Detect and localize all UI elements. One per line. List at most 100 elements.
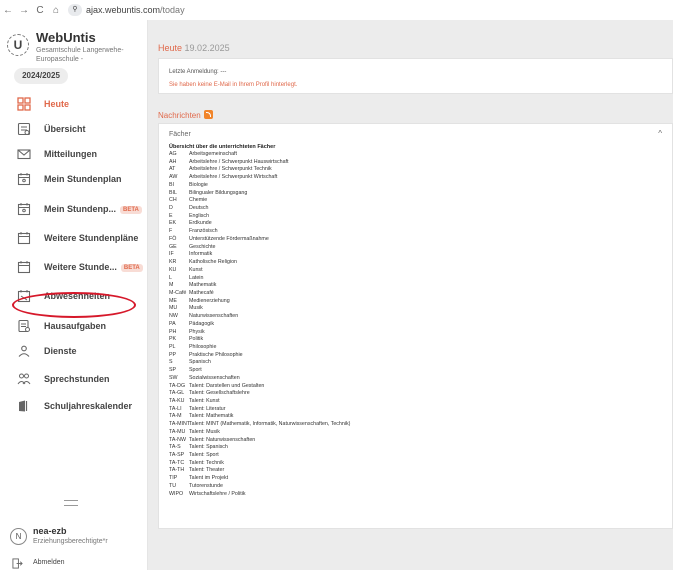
subject-name: Talent: Darstellen und Gestalten — [189, 382, 265, 389]
subject-name: Talent: Musik — [189, 428, 220, 435]
url-path: /today — [160, 5, 185, 15]
webuntis-logo-icon: U — [7, 34, 29, 56]
subject-name: Unterstützende Fördermaßnahme — [189, 235, 269, 242]
menu-item-mein-stundenplan[interactable]: Mein Stundenplan — [0, 167, 148, 191]
grid-icon — [17, 97, 31, 111]
subject-name: Musik — [189, 305, 203, 312]
logout-button[interactable]: Abmelden — [0, 556, 148, 570]
menu-label: Abwesenheiten — [44, 291, 111, 301]
menu-label: Weitere Stunde... BETA — [44, 262, 143, 272]
subject-name: Chemie — [189, 197, 208, 204]
login-info-card: Letzte Anmeldung: --- Sie haben keine E-… — [158, 58, 673, 94]
year-calendar-icon — [19, 400, 28, 412]
beta-badge: BETA — [120, 206, 142, 214]
subject-name: Arbeitsgemeinschaft — [189, 151, 237, 157]
subject-name: Talent: Gesellschaftslehre — [189, 390, 250, 397]
school-year-selector[interactable]: 2024/2025 — [14, 68, 68, 84]
menu-item-sprechstunden[interactable]: Sprechstunden — [0, 367, 148, 391]
logout-icon — [12, 558, 23, 569]
logout-label: Abmelden — [33, 559, 65, 566]
subject-name: Mathematik — [189, 282, 217, 289]
subject-name: Talent: Kunst — [189, 398, 220, 404]
app-name: WebUntis — [36, 30, 96, 45]
homework-icon — [18, 319, 30, 333]
menu-item-mein-stundenplan-beta[interactable]: Mein Stundenp... BETA — [0, 197, 148, 221]
page-title: Heute 19.02.2025 — [158, 43, 230, 53]
subjects-title: Fächer — [169, 131, 191, 138]
menu-label: Mitteilungen — [44, 149, 97, 159]
subject-name: Philosophie — [189, 343, 217, 350]
subjects-heading: Übersicht über die unterrichteten Fächer — [169, 144, 276, 150]
subject-name: Talent im Projekt — [189, 475, 229, 482]
menu-label: Schuljahreskalender — [44, 401, 133, 411]
subject-name: Spanisch — [189, 359, 211, 366]
subject-name: Arbeitslehre / Schwerpunkt Hauswirtschaf… — [189, 158, 289, 165]
subject-name: Talent: Literatur — [189, 405, 226, 412]
user-role: Erziehungsberechtigte*r — [33, 538, 108, 545]
back-arrow-icon[interactable]: ← — [0, 5, 16, 16]
menu-item-weitere-stundenplaene[interactable]: Weitere Stundenpläne — [0, 226, 148, 250]
menu-label: Heute — [44, 99, 70, 109]
menu-item-hausaufgaben[interactable]: Hausaufgaben — [0, 314, 148, 338]
subjects-card: Fächer ^ Übersicht über die unterrichtet… — [158, 123, 673, 529]
subject-name: Biologie — [189, 181, 208, 188]
subject-name: Medienerziehung — [189, 297, 230, 304]
menu-label: Übersicht — [44, 124, 86, 134]
subject-name: Politik — [189, 336, 204, 343]
beta-badge: BETA — [120, 264, 143, 272]
menu-item-heute[interactable]: Heute — [0, 92, 148, 116]
menu-item-weitere-stundenplaene-beta[interactable]: Weitere Stunde... BETA — [0, 255, 148, 279]
calendar-icon — [17, 232, 31, 245]
menu-label: Dienste — [44, 346, 77, 356]
subject-name: Wirtschaftslehre / Politik — [189, 490, 246, 497]
menu-item-abwesenheiten[interactable]: Abwesenheiten — [0, 284, 148, 308]
chevron-up-icon[interactable]: ^ — [658, 129, 662, 138]
user-name[interactable]: nea-ezb — [33, 526, 67, 536]
subject-name: Praktische Philosophie — [189, 351, 243, 358]
menu-label: Weitere Stundenpläne — [44, 233, 139, 243]
menu-item-mitteilungen[interactable]: Mitteilungen — [0, 142, 148, 166]
subject-name: Talent: Technik — [189, 459, 224, 466]
menu-item-uebersicht[interactable]: Übersicht — [0, 117, 148, 141]
subject-name: Arbeitslehre / Schwerpunkt Technik — [189, 166, 272, 173]
subject-name: Naturwissenschaften — [189, 313, 239, 320]
subject-name: Deutsch — [189, 205, 209, 212]
url-host: ajax.webuntis.com — [86, 5, 161, 15]
news-title: Nachrichten — [158, 110, 213, 120]
subject-name: Katholische Religion — [189, 259, 237, 266]
calendar-user-icon — [17, 203, 31, 216]
menu-label: Mein Stundenp... BETA — [44, 204, 142, 214]
news-title-text: Nachrichten — [158, 111, 201, 120]
subject-name: Tutorenstunde — [189, 482, 223, 489]
address-bar[interactable]: ⚲ ajax.webuntis.com/today — [68, 4, 185, 16]
calendar-icon — [17, 261, 31, 274]
subject-name: Latein — [189, 274, 204, 281]
menu-label-text: Mein Stundenp... — [44, 204, 116, 214]
subject-name: Erdkunde — [189, 220, 212, 227]
subject-name: Englisch — [189, 212, 210, 219]
email-warning-link[interactable]: Sie haben keine E-Mail in Ihrem Profil h… — [169, 82, 297, 88]
main-content: Heute 19.02.2025 Letzte Anmeldung: --- S… — [148, 20, 673, 570]
subject-name: Talent: Naturwissenschaften — [189, 436, 256, 443]
page-date: 19.02.2025 — [184, 43, 230, 53]
menu-item-schuljahreskalender[interactable]: Schuljahreskalender — [0, 394, 148, 418]
sidebar-collapse-handle[interactable] — [64, 500, 78, 506]
menu-item-dienste[interactable]: Dienste — [0, 339, 148, 363]
subject-name: Pädagogik — [189, 320, 215, 327]
subject-name: Informatik — [189, 251, 213, 258]
site-settings-icon[interactable]: ⚲ — [68, 4, 82, 16]
menu-label: Hausaufgaben — [44, 321, 107, 331]
subject-name: Arbeitslehre / Schwerpunkt Wirtschaft — [189, 174, 278, 181]
rss-icon[interactable] — [203, 110, 213, 119]
forward-arrow-icon[interactable]: → — [16, 5, 32, 16]
subject-name: Talent: Sport — [189, 452, 219, 459]
subject-name: Geschichte — [189, 243, 216, 250]
page-title-text: Heute — [158, 43, 183, 53]
avatar[interactable]: N — [10, 528, 27, 545]
subject-name: Talent: MINT (Mathematik, Informatik, Na… — [189, 421, 351, 428]
reload-icon[interactable]: C — [32, 5, 48, 16]
subject-name: Kunst — [189, 266, 203, 273]
absence-icon — [17, 290, 31, 303]
home-icon[interactable]: ⌂ — [48, 5, 64, 16]
menu-label-text: Weitere Stunde... — [44, 262, 117, 272]
